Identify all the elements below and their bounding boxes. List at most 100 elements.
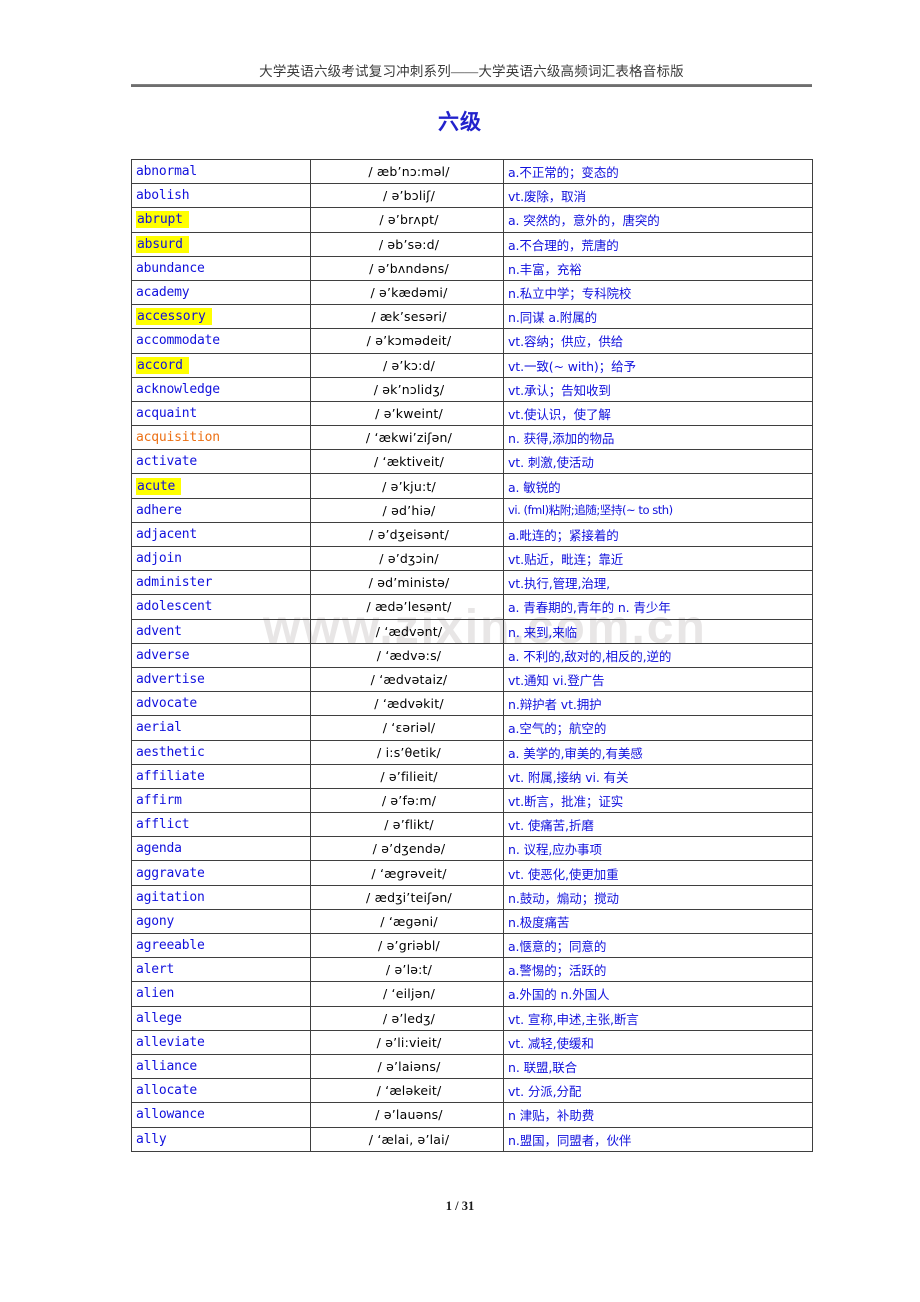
phonetic-cell: / ə’kɔ:d/ [310, 352, 504, 378]
definition-cell: a. 美学的,审美的,有美感 [503, 739, 813, 765]
vocabulary-table: abnormal / æb’nɔ:məl/a.不正常的；变态的 abolish / ə… [131, 158, 813, 1152]
phonetic-cell: / ‘ædvənt/ [310, 618, 504, 644]
table-row: agony / ‘ægəni/n.极度痛苦 [131, 908, 813, 935]
phonetic-cell: / ə’fə:m/ [310, 787, 504, 814]
table-row: acknowledge / ək’nɔlidʒ/vt.承认；告知收到 [131, 376, 813, 402]
table-row: allege / ə’ledʒ/vt. 宣称,申述,主张,断言 [131, 1005, 813, 1031]
table-row: agitation / ædʒi’teiʃən/n.鼓动，煽动；搅动 [131, 884, 813, 910]
phonetic-cell: / əd’ministə/ [310, 570, 504, 596]
table-row: acquaint / ə’kweint/vt.使认识，使了解 [131, 400, 813, 427]
table-row: afflict / ə’flikt/vt. 使痛苦,折磨 [131, 812, 813, 838]
table-row: adjoin / ə’dʒɔin/vt.贴近，毗连；靠近 [131, 545, 813, 572]
vocabulary-word-cell: agitation [131, 884, 311, 910]
table-row: adverse / ‘ædvə:s/a. 不利的,敌对的,相反的,逆的 [131, 642, 813, 668]
table-row: affiliate / ə’filieit/vt. 附属,接纳 vi. 有关 [131, 763, 813, 789]
phonetic-cell: / ə’filieit/ [310, 763, 504, 789]
table-row: administer / əd’ministə/vt.执行,管理,治理, [131, 570, 813, 596]
phonetic-cell: / ə’lauəns/ [310, 1102, 504, 1128]
definition-cell: vt.断言，批准；证实 [503, 787, 813, 814]
definition-cell: a.警惕的；活跃的 [503, 957, 813, 983]
vocabulary-word-cell: acquisition [131, 425, 311, 451]
phonetic-cell: / ‘ælai, ə’lai/ [310, 1126, 504, 1152]
table-row: adolescent / ædə’lesənt/a. 青春期的,青年的 n. 青少… [131, 594, 813, 620]
vocabulary-word-cell: acquaint [131, 400, 311, 427]
phonetic-cell: / ædə’lesənt/ [310, 594, 504, 620]
definition-cell: n.盟国，同盟者，伙伴 [503, 1126, 813, 1152]
phonetic-cell: / ə’griəbl/ [310, 932, 504, 959]
phonetic-cell: / ə’brʌpt/ [310, 207, 504, 233]
phonetic-cell: / ə’dʒɔin/ [310, 545, 504, 572]
highlight-marker: absurd [136, 235, 189, 253]
phonetic-cell: / ə’lə:t/ [310, 957, 504, 983]
table-row: abundance / ə’bʌndəns/n.丰富，充裕 [131, 255, 813, 281]
vocabulary-word-cell: agenda [131, 836, 311, 862]
definition-cell: a.不合理的，荒唐的 [503, 231, 813, 257]
table-row: accord / ə’kɔ:d/vt.一致(~ with)；给予 [131, 352, 813, 378]
table-row: advertise / ‘ædvətaiz/vt.通知 vi.登广告 [131, 666, 813, 693]
vocabulary-word-cell: abrupt [131, 207, 311, 233]
phonetic-cell: / ə’flikt/ [310, 812, 504, 838]
vocabulary-word-cell: aggravate [131, 860, 311, 886]
table-row: alert / ə’lə:t/a.警惕的；活跃的 [131, 957, 813, 983]
highlight-marker: accord [136, 356, 189, 374]
definition-cell: a. 突然的，意外的，唐突的 [503, 207, 813, 233]
table-row: aerial / ‘ɛəriəl/a.空气的；航空的 [131, 715, 813, 741]
definition-cell: n.鼓动，煽动；搅动 [503, 884, 813, 910]
vocabulary-word-cell: ally [131, 1126, 311, 1152]
definition-cell: vt. 分派,分配 [503, 1078, 813, 1104]
table-row: adhere / əd’hiə/vi. (fml)粘附;追随;坚持(~ to st… [131, 497, 813, 523]
definition-cell: vt.贴近，毗连；靠近 [503, 545, 813, 572]
phonetic-cell: / ək’nɔlidʒ/ [310, 376, 504, 402]
definition-cell: n.极度痛苦 [503, 908, 813, 935]
table-row: adjacent / ə’dʒeisənt/a.毗连的；紧接着的 [131, 521, 813, 548]
phonetic-cell: / ‘ædvə:s/ [310, 642, 504, 668]
table-row: aesthetic / i:s’θetik/a. 美学的,审美的,有美感 [131, 739, 813, 765]
table-row: aggravate / ‘ægrəveit/vt. 使恶化,使更加重 [131, 860, 813, 886]
table-row: abolish / ə’bɔliʃ/vt.废除，取消 [131, 183, 813, 209]
phonetic-cell: / ə’dʒendə/ [310, 836, 504, 862]
table-row: accessory / æk’sesəri/n.同谋 a.附属的 [131, 304, 813, 330]
vocabulary-word-cell: alleviate [131, 1029, 311, 1055]
highlight-marker: accessory [136, 308, 212, 326]
document-page: 大学英语六级考试复习冲刺系列——大学英语六级高频词汇表格音标版 六级 www.z… [0, 0, 920, 1302]
table-row: agenda / ə’dʒendə/n. 议程,应办事项 [131, 836, 813, 862]
definition-cell: n.私立中学；专科院校 [503, 279, 813, 306]
definition-cell: n.辩护者 vt.拥护 [503, 691, 813, 717]
vocabulary-word-cell: allocate [131, 1078, 311, 1104]
phonetic-cell: / æb’nɔ:məl/ [310, 158, 504, 185]
vocabulary-word-cell: aesthetic [131, 739, 311, 765]
vocabulary-word-cell: aerial [131, 715, 311, 741]
definition-cell: vt.使认识，使了解 [503, 400, 813, 427]
definition-cell: a.外国的 n.外国人 [503, 981, 813, 1007]
phonetic-cell: / ə’li:vieit/ [310, 1029, 504, 1055]
vocabulary-word-cell: administer [131, 570, 311, 596]
definition-cell: a. 青春期的,青年的 n. 青少年 [503, 594, 813, 620]
definition-cell: vt.执行,管理,治理, [503, 570, 813, 596]
definition-cell: a. 不利的,敌对的,相反的,逆的 [503, 642, 813, 668]
definition-cell: n.同谋 a.附属的 [503, 304, 813, 330]
definition-cell: n. 议程,应办事项 [503, 836, 813, 862]
phonetic-cell: / ə’laiəns/ [310, 1053, 504, 1080]
definition-cell: vt.废除，取消 [503, 183, 813, 209]
definition-cell: n. 获得,添加的物品 [503, 425, 813, 451]
vocabulary-table-body: abnormal / æb’nɔ:məl/a.不正常的；变态的 abolish / ə… [131, 158, 813, 1152]
phonetic-cell: / i:s’θetik/ [310, 739, 504, 765]
vocabulary-word-cell: alien [131, 981, 311, 1007]
phonetic-cell: / əd’hiə/ [310, 497, 504, 523]
vocabulary-word-cell: agony [131, 908, 311, 935]
vocabulary-word-cell: adjoin [131, 545, 311, 572]
vocabulary-word-cell: alliance [131, 1053, 311, 1080]
page-footer: 1 / 31 [445, 1199, 475, 1213]
table-row: allowance / ə’lauəns/n 津贴，补助费 [131, 1102, 813, 1128]
definition-cell: vt.承认；告知收到 [503, 376, 813, 402]
phonetic-cell: / ə’bʌndəns/ [310, 255, 504, 281]
definition-cell: vt. 减轻,使缓和 [503, 1029, 813, 1055]
vocabulary-word-cell: adolescent [131, 594, 311, 620]
definition-cell: a.不正常的；变态的 [503, 158, 813, 185]
vocabulary-word-cell: activate [131, 449, 311, 475]
vocabulary-word-cell: advocate [131, 691, 311, 717]
vocabulary-word-cell: affirm [131, 787, 311, 814]
definition-cell: n. 来到,来临 [503, 618, 813, 644]
definition-cell: vt.容纳；供应，供给 [503, 328, 813, 354]
phonetic-cell: / æk’sesəri/ [310, 304, 504, 330]
